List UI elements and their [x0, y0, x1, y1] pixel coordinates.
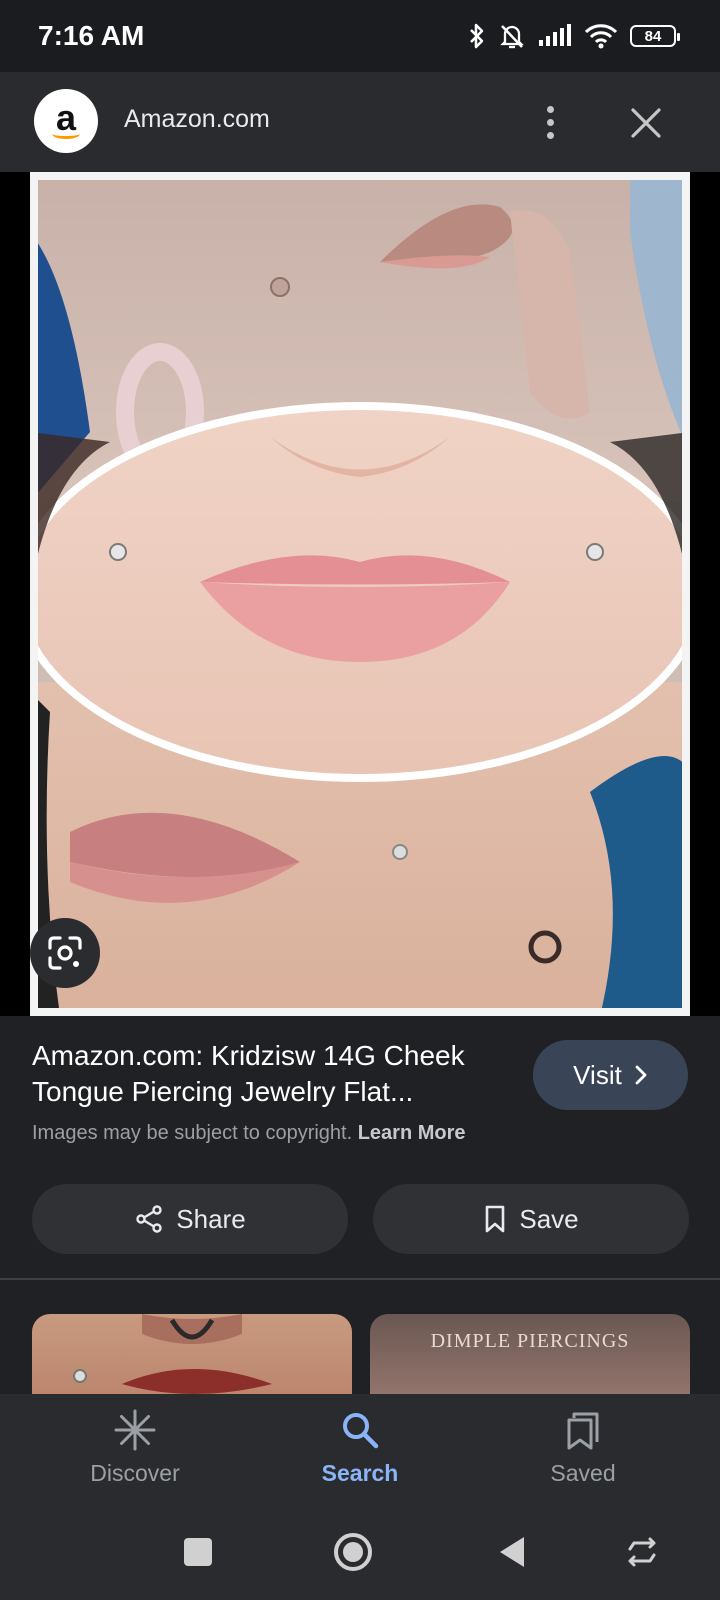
square-icon — [184, 1538, 212, 1566]
nav-discover[interactable]: Discover — [45, 1408, 225, 1494]
visit-label: Visit — [573, 1059, 622, 1090]
related-image-thumb[interactable] — [32, 1314, 352, 1394]
nav-discover-label: Discover — [90, 1460, 180, 1486]
save-label: Save — [519, 1203, 579, 1234]
saved-collections-icon — [567, 1412, 599, 1450]
related-image-1 — [73, 1314, 272, 1394]
battery-icon: 84 — [630, 25, 680, 47]
google-lens-icon — [48, 936, 82, 970]
save-button[interactable]: Save — [373, 1184, 689, 1254]
nav-search[interactable]: Search — [270, 1408, 450, 1494]
amazon-smile-icon — [52, 129, 80, 139]
circle-icon — [334, 1533, 372, 1571]
battery-level: 84 — [644, 27, 662, 45]
image-viewer — [0, 172, 720, 1016]
nav-search-label: Search — [321, 1460, 399, 1486]
google-lens-button[interactable] — [30, 918, 100, 988]
bell-muted-icon — [500, 25, 524, 49]
visit-button[interactable]: Visit — [533, 1040, 688, 1110]
back-button[interactable] — [490, 1530, 534, 1574]
close-button[interactable] — [620, 97, 672, 149]
result-info-panel: Amazon.com: Kridzisw 14G Cheek Tongue Pi… — [0, 1016, 720, 1280]
status-icons: 84 — [468, 22, 680, 50]
asterisk-icon — [114, 1409, 156, 1451]
more-options-button[interactable] — [530, 96, 570, 148]
result-title[interactable]: Amazon.com: Kridzisw 14G Cheek Tongue Pi… — [32, 1038, 512, 1110]
rotate-icon — [628, 1537, 656, 1567]
bluetooth-icon — [470, 23, 484, 49]
bottom-navigation: Discover Search Saved — [0, 1394, 720, 1500]
wifi-icon — [584, 24, 618, 49]
thumb-caption: DIMPLE PIERCINGS — [430, 1330, 630, 1352]
nav-saved-label: Saved — [550, 1460, 616, 1486]
home-button[interactable] — [331, 1530, 375, 1574]
result-image[interactable] — [30, 172, 690, 1016]
share-label: Share — [176, 1203, 246, 1234]
piercing-collage-image — [30, 172, 690, 1016]
status-time: 7:16 AM — [38, 20, 145, 51]
related-images: DIMPLE PIERCINGS — [0, 1280, 720, 1394]
copyright-text: Images may be subject to copyright. — [32, 1122, 353, 1144]
more-vert-icon — [546, 105, 554, 113]
status-bar: 7:16 AM 84 — [0, 0, 720, 72]
viewer-header: a Amazon.com — [0, 72, 720, 172]
site-title[interactable]: Amazon.com — [124, 105, 270, 134]
signal-icon — [539, 24, 571, 46]
triangle-back-icon — [500, 1537, 524, 1567]
related-image-thumb[interactable]: DIMPLE PIERCINGS — [370, 1314, 690, 1394]
share-icon — [136, 1205, 162, 1233]
nav-saved[interactable]: Saved — [493, 1408, 673, 1494]
system-navigation-bar — [0, 1500, 720, 1600]
share-button[interactable]: Share — [32, 1184, 348, 1254]
copyright-notice: Images may be subject to copyright. Lear… — [32, 1122, 466, 1145]
bookmark-icon — [486, 1205, 505, 1233]
chevron-right-icon — [635, 1065, 647, 1085]
site-favicon[interactable]: a — [34, 89, 98, 153]
recents-button[interactable] — [176, 1530, 220, 1574]
rotate-button[interactable] — [620, 1530, 664, 1574]
learn-more-link[interactable]: Learn More — [358, 1122, 466, 1144]
search-icon — [343, 1413, 379, 1449]
